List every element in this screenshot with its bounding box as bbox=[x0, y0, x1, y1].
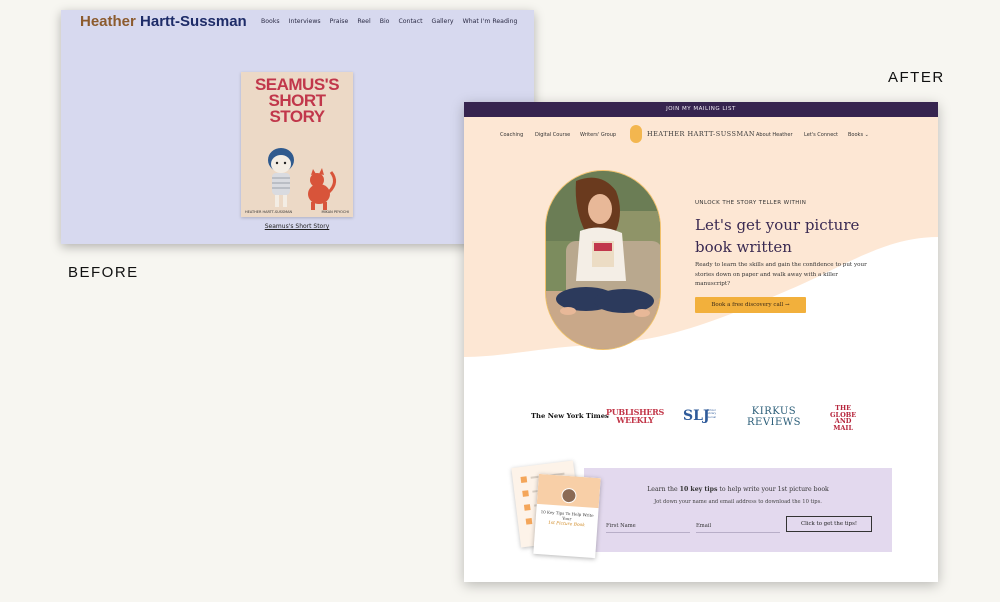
book-author-2: MIKAN PEYOCHI bbox=[321, 210, 349, 214]
before-nav-reading[interactable]: What I'm Reading bbox=[463, 18, 518, 25]
book-cover-authors: HEATHER HARTT-SUSSMAN MIKAN PEYOCHI bbox=[245, 210, 349, 214]
discovery-call-button[interactable]: Book a free discovery call → bbox=[695, 297, 806, 313]
before-nav-interviews[interactable]: Interviews bbox=[289, 18, 321, 25]
nav-coaching[interactable]: Coaching bbox=[500, 132, 523, 138]
hero-subtext: Ready to learn the skills and gain the c… bbox=[695, 262, 867, 287]
before-label: BEFORE bbox=[68, 264, 139, 281]
kirkus-logo: KIRKUS REVIEWS bbox=[747, 406, 801, 428]
nav-books-label: Books bbox=[848, 132, 864, 138]
hero-photo bbox=[545, 170, 661, 350]
mailing-list-bar[interactable]: JOIN MY MAILING LIST bbox=[464, 102, 938, 117]
globe-and-mail-logo: THE GLOBE AND MAIL bbox=[830, 405, 856, 431]
optin-subtext: Jot down your name and email address to … bbox=[654, 499, 822, 505]
after-label: AFTER bbox=[888, 69, 945, 86]
pw-line-2: WEEKLY bbox=[616, 415, 654, 425]
nyt-logo: The New York Times bbox=[531, 412, 609, 420]
optin-title-pre: Learn the bbox=[647, 486, 680, 493]
book-caption-link[interactable]: Seamus's Short Story bbox=[241, 223, 353, 230]
nav-writers-group[interactable]: Writers' Group bbox=[580, 132, 616, 138]
publishers-weekly-logo: PUBLISHERS WEEKLY bbox=[606, 408, 664, 424]
after-site: JOIN MY MAILING LIST Coaching Digital Co… bbox=[464, 102, 938, 582]
before-nav: Books Interviews Praise Reel Bio Contact… bbox=[261, 18, 517, 25]
nav-lets-connect[interactable]: Let's Connect bbox=[804, 132, 838, 138]
first-name-field[interactable] bbox=[606, 520, 690, 533]
chevron-down-icon: ⌄ bbox=[864, 132, 869, 138]
optin-panel: Learn the 10 key tips to help write your… bbox=[584, 468, 892, 552]
before-nav-books[interactable]: Books bbox=[261, 18, 280, 25]
nav-digital-course[interactable]: Digital Course bbox=[535, 132, 570, 138]
before-nav-praise[interactable]: Praise bbox=[330, 18, 349, 25]
nav-books[interactable]: Books ⌄ bbox=[848, 132, 869, 138]
hero-headline: Let's get your picture book written bbox=[695, 216, 860, 256]
hero-photo-image bbox=[546, 171, 660, 349]
kirkus-line-2: REVIEWS bbox=[747, 417, 801, 428]
logo-badge-icon[interactable] bbox=[630, 125, 642, 143]
get-tips-button[interactable]: Click to get the tips! bbox=[786, 516, 872, 532]
book-cover-illustration bbox=[268, 148, 336, 210]
site-logo[interactable]: HEATHER HARTT-SUSSMAN bbox=[647, 130, 755, 138]
book-author-1: HEATHER HARTT-SUSSMAN bbox=[245, 210, 293, 214]
before-nav-contact[interactable]: Contact bbox=[398, 18, 422, 25]
slj-logo: SLJ bbox=[683, 408, 710, 424]
kirkus-line-1: KIRKUS bbox=[751, 406, 797, 417]
before-nav-reel[interactable]: Reel bbox=[357, 18, 370, 25]
before-nav-bio[interactable]: Bio bbox=[380, 18, 390, 25]
before-logo[interactable]: Heather Hartt-Sussman bbox=[80, 13, 247, 30]
optin-title-post: to help write your 1st picture book bbox=[717, 486, 829, 493]
optin-title: Learn the 10 key tips to help write your… bbox=[584, 486, 892, 493]
email-field[interactable] bbox=[696, 520, 780, 533]
optin-title-bold: 10 key tips bbox=[679, 486, 718, 493]
nav-about-heather[interactable]: About Heather bbox=[756, 132, 793, 138]
slj-logo-subtext: School Library Journal bbox=[707, 409, 717, 419]
book-cover[interactable]: SEAMUS'S SHORT STORY HEATHER HARTT-SUSSM… bbox=[241, 72, 353, 217]
before-logo-first: Heather bbox=[80, 13, 136, 30]
hero-eyebrow: UNLOCK THE STORY TELLER WITHIN bbox=[695, 200, 807, 206]
globe-line-4: MAIL bbox=[833, 423, 854, 432]
before-logo-last: Hartt-Sussman bbox=[140, 13, 247, 30]
before-nav-gallery[interactable]: Gallery bbox=[432, 18, 454, 25]
booklet-cover: 10 Key Tips To Help Write Your 1st Pictu… bbox=[533, 473, 601, 559]
